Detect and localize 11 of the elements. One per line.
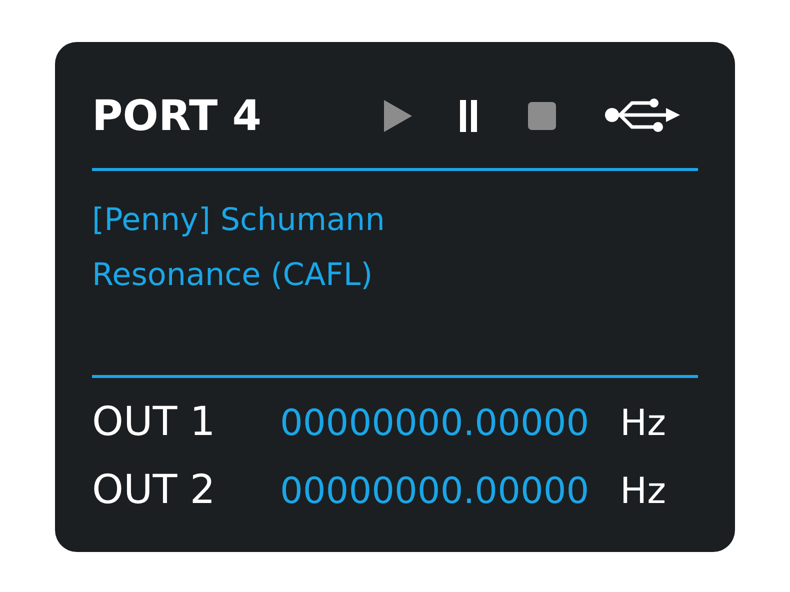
play-icon[interactable] [384, 100, 412, 132]
output-label: OUT 2 [92, 466, 216, 514]
unit-label: Hz [620, 470, 666, 514]
frequency-value: 00000000.00000 [280, 402, 590, 446]
output-label: OUT 1 [92, 398, 216, 446]
frequency-value: 00000000.00000 [280, 470, 590, 514]
program-name: [Penny] Schumann Resonance (CAFL) [92, 201, 386, 295]
unit-label: Hz [620, 402, 666, 446]
usb-icon[interactable] [604, 98, 680, 134]
pause-icon[interactable] [460, 100, 480, 132]
port-title: PORT 4 [92, 95, 262, 137]
